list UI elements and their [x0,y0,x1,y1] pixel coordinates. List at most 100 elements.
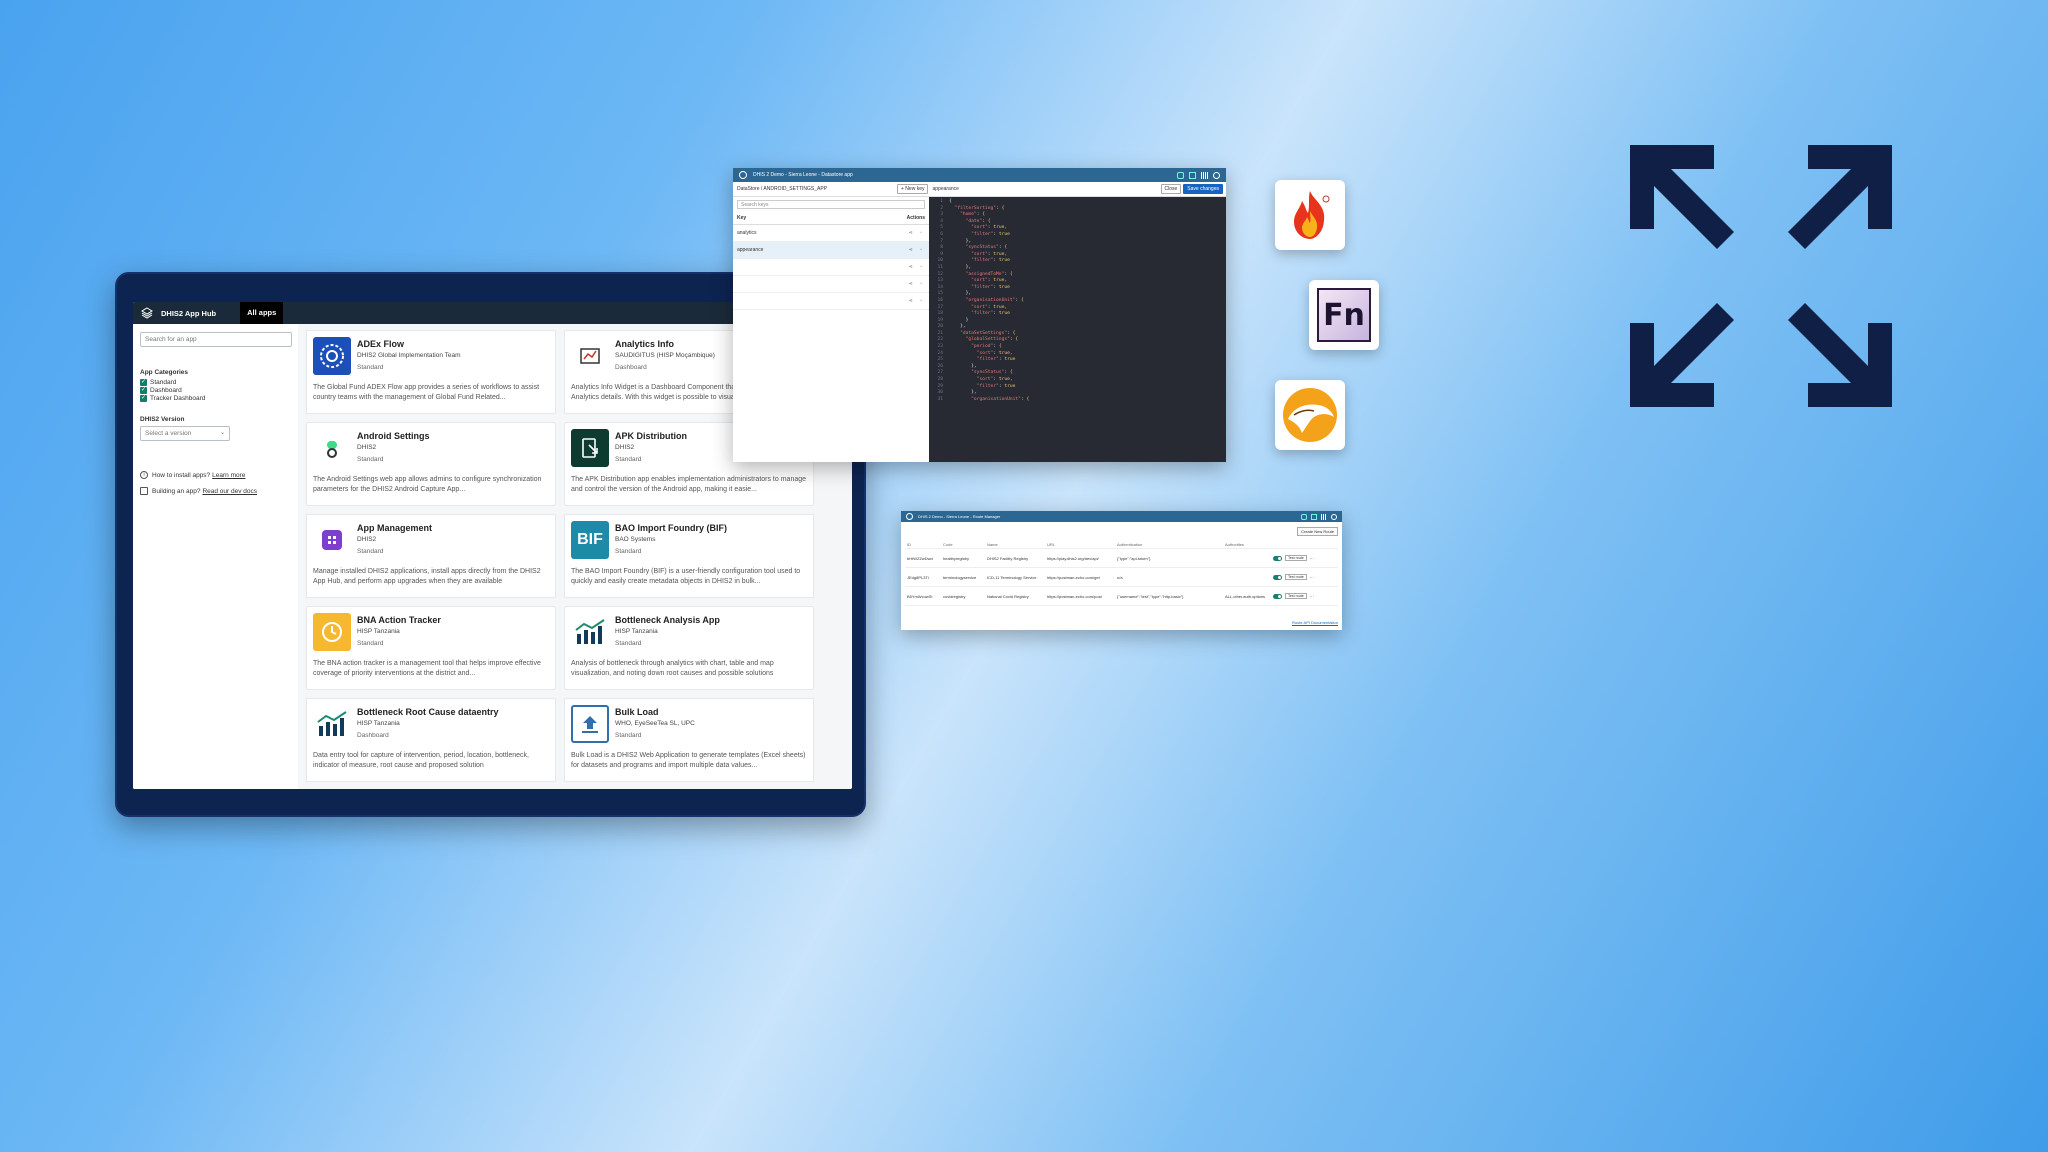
code-line: 31 "organisationUnit": { [937,396,1030,402]
code-line: 1{ [940,199,952,204]
profile-icon[interactable] [1213,171,1220,179]
check-icon: ✓ [140,387,147,394]
code-line: 28 "sort": true, [937,377,1013,383]
code-line: 19 } [937,317,969,323]
fire-logo [1275,180,1345,250]
adex-flow-icon [313,337,351,375]
app-card-android-settings[interactable]: Android Settings DHIS2 Standard The Andr… [306,422,556,506]
camel-logo-icon [1283,388,1337,442]
category-checkbox-dashboard[interactable]: ✓ Dashboard [140,387,291,394]
interpretations-icon[interactable] [1189,171,1196,179]
messages-icon[interactable] [1301,513,1307,520]
datastore-window-title: DHIS 2 Demo - Sierra Leone - Datastore a… [753,172,853,178]
bif-icon: BIF [571,521,609,559]
route-enabled-toggle[interactable] [1273,574,1282,580]
app-card-bottleneck-analysis[interactable]: Bottleneck Analysis App HISP Tanzania St… [564,606,814,690]
version-heading: DHIS2 Version [140,416,185,423]
key-row[interactable]: appearance ⋖ ▫ [733,242,929,259]
key-row[interactable]: ⋖ ▫ [733,293,929,310]
version-select[interactable]: Select a version ⌄ [140,426,230,441]
filter-sidebar: Search for an app App Categories ✓ Standa… [133,324,298,789]
expand-arrows-icon [1630,145,1892,407]
bna-tracker-icon [313,613,351,651]
category-checkbox-standard[interactable]: ✓ Standard [140,379,291,386]
more-icon[interactable]: ··· [1310,575,1314,580]
route-api-docs-link[interactable]: Route API Documentation [1292,620,1338,625]
close-button[interactable]: Close [1160,184,1182,194]
category-checkbox-tracker-dashboard[interactable]: ✓ Tracker Dashboard [140,395,291,402]
row-actions-icon[interactable]: ⋖ ▫ [909,298,925,304]
apk-distribution-icon [571,429,609,467]
app-management-icon [313,521,351,559]
upload-icon [571,705,609,743]
more-icon[interactable]: ··· [1310,594,1314,599]
apps-grid-icon[interactable] [1201,171,1208,179]
datastore-toolbar: DataStore / ANDROID_SETTINGS_APP + New k… [733,182,1226,197]
code-line: 15 }, [937,291,972,297]
row-actions-icon[interactable]: ⋖ ▫ [909,264,925,270]
test-route-button[interactable]: Test route [1285,555,1307,561]
dhis2-logo-icon [141,307,153,319]
code-line: 20 }, [937,324,966,330]
code-line: 18 "filter": true [937,311,1010,317]
json-code-editor[interactable]: 1{2 "filterSorting": {3 "home": {4 "date… [929,197,1226,462]
app-hub-title: DHIS2 App Hub [161,308,217,318]
android-settings-icon [313,429,351,467]
app-card-bottleneck-root-cause[interactable]: Bottleneck Root Cause dataentry HISP Tan… [306,698,556,782]
tab-all-apps[interactable]: All apps [240,302,284,324]
app-card-app-management[interactable]: App Management DHIS2 Standard Manage ins… [306,514,556,598]
dev-docs-link[interactable]: Read our dev docs [202,488,257,495]
datastore-titlebar: DHIS 2 Demo - Sierra Leone - Datastore a… [733,168,1226,182]
app-card-bulk-load[interactable]: Bulk Load WHO, EyeSeeTea SL, UPC Standar… [564,698,814,782]
code-line: 25 "filter": true [937,357,1016,363]
test-route-button[interactable]: Test route [1285,593,1307,599]
create-route-button[interactable]: Create New Route [1297,527,1338,536]
row-actions-icon[interactable]: ⋖ ▫ [909,281,925,287]
route-manager-titlebar: DHIS 2 Demo - Sierra Leone - Route Manag… [901,511,1342,522]
row-actions-icon[interactable]: ⋖ ▫ [909,247,925,253]
camel-logo [1275,380,1345,450]
app-card-bao-import-foundry[interactable]: BIF BAO Import Foundry (BIF) BAO Systems… [564,514,814,598]
route-enabled-toggle[interactable] [1273,593,1282,599]
learn-more-link[interactable]: Learn more [212,472,245,479]
table-row: JEdg8PL3Ti terminologyservice ICD-11 Ter… [905,568,1338,587]
profile-icon[interactable] [1331,513,1337,520]
key-row[interactable]: ⋖ ▫ [733,276,929,293]
key-search-input[interactable]: Search keys [737,200,925,209]
app-card-bna-action-tracker[interactable]: BNA Action Tracker HISP Tanzania Standar… [306,606,556,690]
more-icon[interactable]: ··· [1310,556,1314,561]
interpretations-icon[interactable] [1311,513,1317,520]
code-line: 3 "home": { [940,212,986,218]
test-route-button[interactable]: Test route [1285,574,1307,580]
fn-logo-icon: Fn [1317,288,1371,342]
doc-icon [140,487,148,495]
fn-logo: Fn [1309,280,1379,350]
code-line: 13 "sort": true, [937,278,1008,284]
table-row: bHtWZZwDwd healthyregistry DHIS2 Facilit… [905,549,1338,568]
breadcrumb: DataStore / ANDROID_SETTINGS_APP [737,186,828,192]
key-row[interactable]: ⋖ ▫ [733,259,929,276]
row-actions-icon[interactable]: ⋖ ▫ [909,230,925,236]
keys-panel: Search keys Key Actions analytics ⋖ ▫ appe… [733,197,929,462]
code-line: 16 "organisationUnit": { [937,297,1024,303]
bar-chart-icon [313,705,351,743]
dev-docs-help: Building an app? Read our dev docs [140,487,291,495]
keys-table-header: Key Actions [733,212,929,225]
dhis2-logo-icon [906,513,913,520]
messages-icon[interactable] [1177,171,1184,179]
save-changes-button[interactable]: Save changes [1183,184,1223,194]
route-enabled-toggle[interactable] [1273,555,1282,561]
code-line: 30 }, [937,390,977,396]
code-line: 8 "syncStatus": { [940,245,1008,251]
bar-chart-icon [571,613,609,651]
check-icon: ✓ [140,395,147,402]
app-search-input[interactable]: Search for an app [140,332,292,347]
new-key-button[interactable]: + New key [897,184,929,194]
key-row[interactable]: analytics ⋖ ▫ [733,225,929,242]
table-row: B5YmWcuwSl covidregistry National Covid … [905,587,1338,606]
app-card-adex-flow[interactable]: ADEx Flow DHIS2 Global Implementation Te… [306,330,556,414]
info-icon: i [140,471,148,479]
categories-heading: App Categories [140,369,189,376]
chevron-down-icon: ⌄ [219,430,225,436]
apps-grid-icon[interactable] [1321,513,1327,520]
